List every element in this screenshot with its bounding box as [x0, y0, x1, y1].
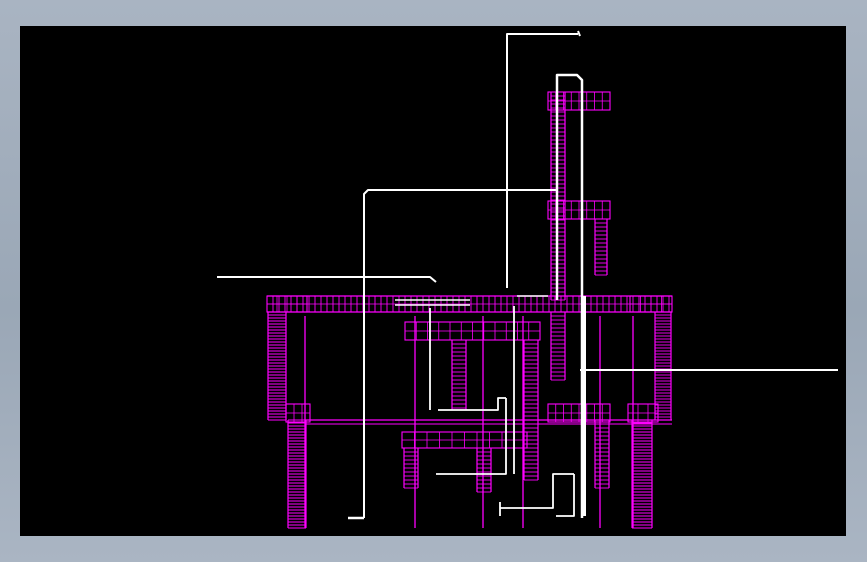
pipe-riser-top	[506, 33, 578, 288]
pipe-bottom-run	[500, 473, 574, 509]
pipe-inner-branch	[438, 397, 506, 411]
cad-viewport[interactable]	[20, 26, 846, 536]
pipe-bottom-return	[556, 474, 575, 517]
cad-drawing	[217, 30, 838, 529]
pipe-riser-cap	[577, 30, 581, 37]
pipe-header-left	[217, 276, 437, 283]
steel-structure-layer	[266, 91, 673, 529]
pipe-left-drop	[363, 189, 557, 518]
